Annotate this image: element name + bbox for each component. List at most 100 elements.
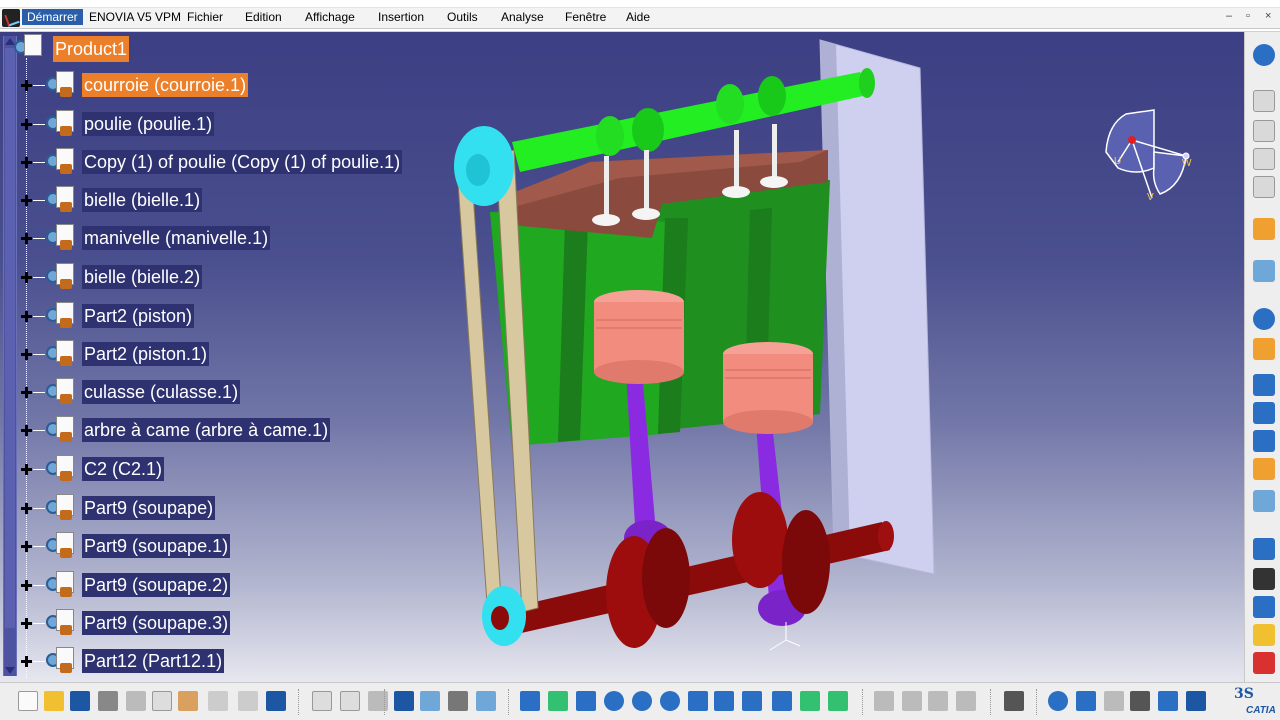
snap-icon[interactable] (1253, 308, 1275, 330)
expand-icon[interactable] (20, 424, 33, 437)
expand-icon[interactable] (20, 310, 33, 323)
tree-item-copy-poulie[interactable]: Copy (1) of poulie (Copy (1) of poulie.1… (0, 148, 440, 176)
tree-expand-icon[interactable] (420, 691, 440, 711)
tree-item-label[interactable]: arbre à came (arbre à came.1) (82, 418, 331, 442)
existing-component-icon[interactable] (1253, 120, 1275, 142)
multi-view-icon[interactable] (714, 691, 734, 711)
shading-icon[interactable] (772, 691, 792, 711)
explode-icon[interactable] (1253, 338, 1275, 360)
save-icon[interactable] (70, 691, 90, 711)
expand-icon[interactable] (20, 540, 33, 553)
open-folder-icon[interactable] (44, 691, 64, 711)
quick-view-icon[interactable] (742, 691, 762, 711)
tree-item-c2[interactable]: C2 (C2.1) (0, 455, 440, 483)
copy-icon[interactable] (152, 691, 172, 711)
new-file-icon[interactable] (18, 691, 38, 711)
fit-all-icon[interactable] (548, 691, 568, 711)
close-button[interactable]: × (1265, 10, 1271, 22)
tree-item-label[interactable]: courroie (courroie.1) (82, 73, 249, 97)
lock-icon[interactable] (448, 691, 468, 711)
tree-item-label[interactable]: Part2 (piston) (82, 304, 195, 328)
tree-item-label[interactable]: poulie (poulie.1) (82, 112, 215, 136)
manipulate-icon[interactable] (1253, 260, 1275, 282)
tree-item-soupape-1[interactable]: Part9 (soupape.1) (0, 532, 440, 560)
simulation-icon[interactable] (1186, 691, 1206, 711)
new-part-icon[interactable] (1253, 148, 1275, 170)
search-icon[interactable] (1130, 691, 1150, 711)
tree-item-label[interactable]: Part2 (piston.1) (82, 342, 210, 366)
pan-icon[interactable] (576, 691, 596, 711)
expand-icon[interactable] (20, 617, 33, 630)
expand-icon[interactable] (20, 579, 33, 592)
expand-icon[interactable] (20, 194, 33, 207)
cut-icon[interactable] (126, 691, 146, 711)
compass-widget[interactable] (1096, 102, 1196, 212)
help-icon[interactable] (266, 691, 286, 711)
update-icon[interactable] (1253, 490, 1275, 512)
clash-icon[interactable] (1253, 596, 1275, 618)
tree-item-label[interactable]: bielle (bielle.2) (82, 265, 203, 289)
tree-item-soupape-2[interactable]: Part9 (soupape.2) (0, 571, 440, 599)
capture-camera-icon[interactable] (1004, 691, 1024, 711)
tree-root-label[interactable]: Product1 (53, 36, 130, 62)
measure-icon[interactable] (1253, 568, 1275, 590)
expand-icon[interactable] (20, 156, 33, 169)
zoom-in-icon[interactable] (632, 691, 652, 711)
restore-button[interactable]: ▫ (1246, 10, 1250, 22)
tree-item-soupape-3[interactable]: Part9 (soupape.3) (0, 609, 440, 637)
expand-icon[interactable] (20, 79, 33, 92)
menu-outils[interactable]: Outils (447, 10, 478, 24)
tree-item-label[interactable]: C2 (C2.1) (82, 457, 165, 481)
menu-insertion[interactable]: Insertion (378, 10, 424, 24)
select-arrow-icon[interactable] (1253, 218, 1275, 240)
tree-item-label[interactable]: Part9 (soupape.2) (82, 573, 231, 597)
product-structure-icon[interactable] (1253, 90, 1275, 112)
tree-item-courroie[interactable]: courroie (courroie.1) (0, 71, 440, 99)
zoom-out-icon[interactable] (660, 691, 680, 711)
expand-icon[interactable] (20, 463, 33, 476)
sort-icon[interactable] (476, 691, 496, 711)
coincidence-constraint-icon[interactable] (1253, 374, 1275, 396)
tree-item-piston-1[interactable]: Part2 (piston.1) (0, 340, 440, 368)
tree-item-label[interactable]: Part9 (soupape.1) (82, 534, 231, 558)
tree-item-label[interactable]: culasse (culasse.1) (82, 380, 241, 404)
tree-item-culasse[interactable]: culasse (culasse.1) (0, 378, 440, 406)
catalog-browser-icon[interactable] (394, 691, 414, 711)
menu-edition[interactable]: Edition (245, 10, 282, 24)
fly-mode-icon[interactable] (520, 691, 540, 711)
3d-viewport[interactable]: Product1 courroie (courroie.1) poulie (p… (0, 32, 1244, 682)
fix-component-icon[interactable] (1253, 458, 1275, 480)
expand-icon[interactable] (20, 271, 33, 284)
catia-app-icon[interactable] (2, 9, 20, 27)
knowledge-icon[interactable] (340, 691, 360, 711)
group-icon[interactable] (928, 691, 948, 711)
tree-item-bielle-1[interactable]: bielle (bielle.1) (0, 186, 440, 214)
tree-item-arbre-a-came[interactable]: arbre à came (arbre à came.1) (0, 416, 440, 444)
next-icon[interactable] (902, 691, 922, 711)
tree-item-bielle-2[interactable]: bielle (bielle.2) (0, 263, 440, 291)
rewind-icon[interactable] (1076, 691, 1096, 711)
tree-item-soupape[interactable]: Part9 (soupape) (0, 494, 440, 522)
tree-item-piston[interactable]: Part2 (piston) (0, 302, 440, 330)
tree-item-label[interactable]: Part12 (Part12.1) (82, 649, 225, 673)
menu-aide[interactable]: Aide (626, 10, 650, 24)
menu-fichier[interactable]: Fichier (187, 10, 223, 24)
annotation-icon[interactable] (1253, 624, 1275, 646)
assembly-workbench-icon[interactable] (1253, 44, 1275, 66)
ungroup-icon[interactable] (956, 691, 976, 711)
new-product-icon[interactable] (1253, 176, 1275, 198)
anchor-constraint-icon[interactable] (1253, 402, 1275, 424)
swap-space-icon[interactable] (828, 691, 848, 711)
undo-icon[interactable] (208, 691, 228, 711)
engine-assembly[interactable] (420, 32, 980, 682)
offset-constraint-icon[interactable] (1253, 430, 1275, 452)
normal-view-icon[interactable] (688, 691, 708, 711)
rotate-icon[interactable] (604, 691, 624, 711)
sectioning-icon[interactable] (1253, 652, 1275, 674)
tree-item-label[interactable]: Part9 (soupape.3) (82, 611, 231, 635)
formula-icon[interactable] (312, 691, 332, 711)
paste-icon[interactable] (178, 691, 198, 711)
clash-analysis-icon[interactable] (1158, 691, 1178, 711)
hide-show-icon[interactable] (800, 691, 820, 711)
print-icon[interactable] (98, 691, 118, 711)
